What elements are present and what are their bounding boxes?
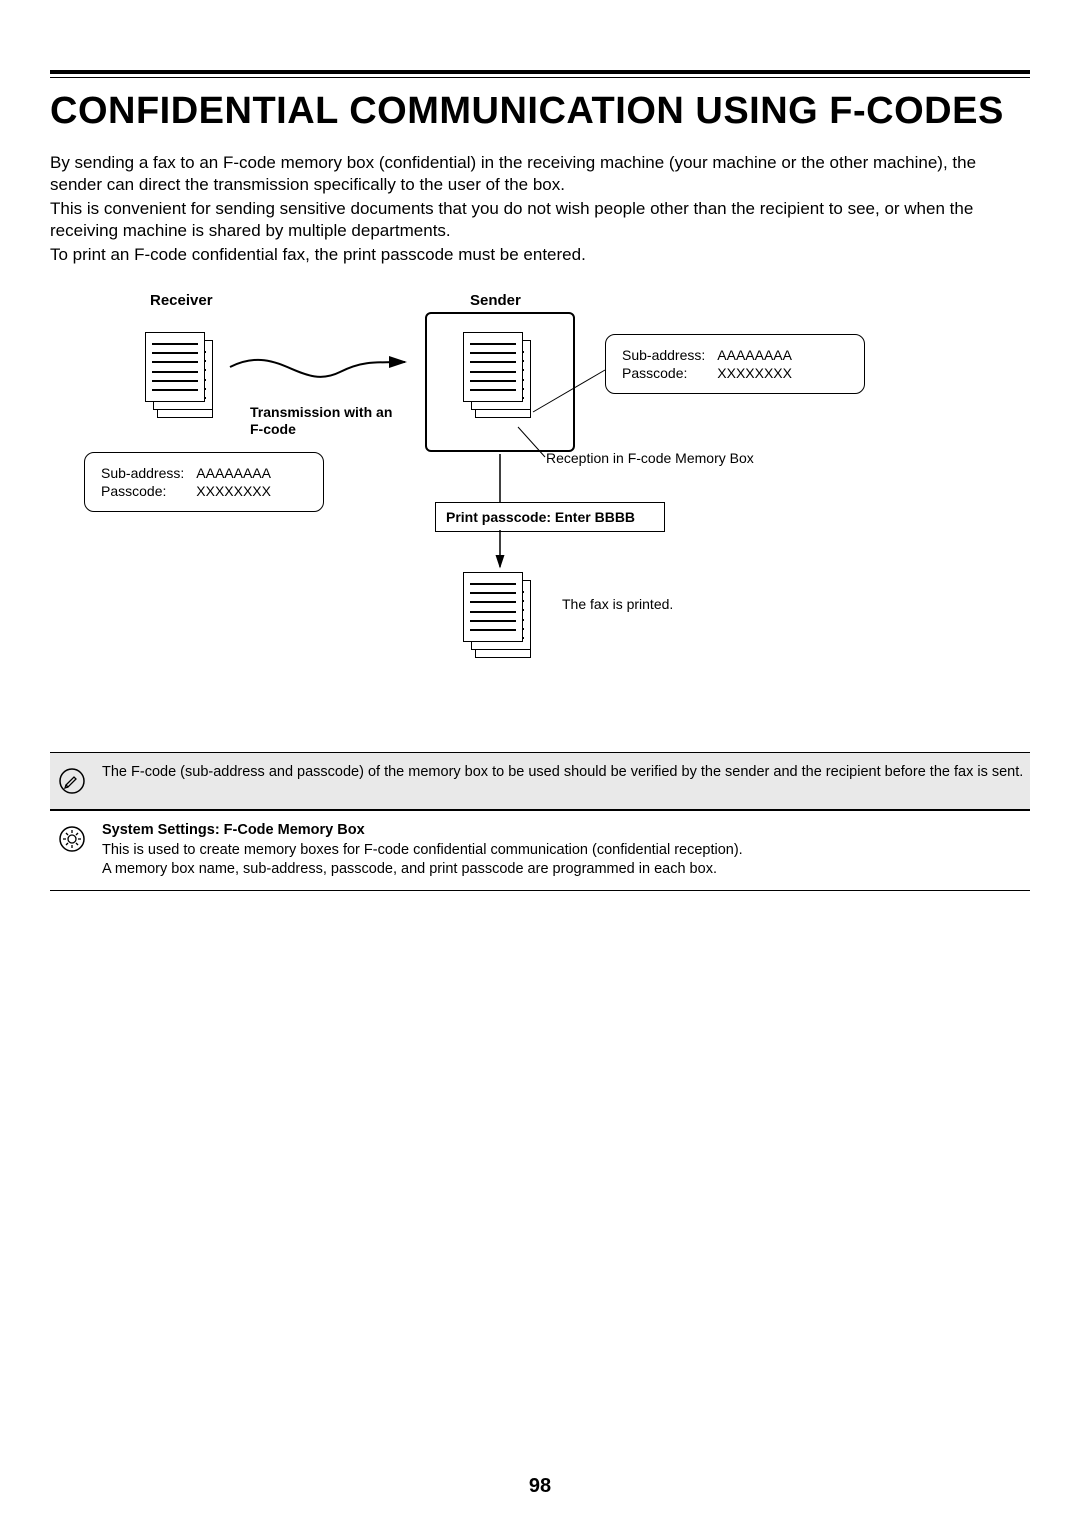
note-verify: The F-code (sub-address and passcode) of… [50,752,1030,810]
document-icon [145,332,215,412]
document-page-icon [463,332,523,402]
note-verify-text: The F-code (sub-address and passcode) of… [102,763,1023,783]
printed-label: The fax is printed. [562,596,673,612]
top-rule [50,70,1030,78]
document-tray-icon [475,650,531,658]
document-page-icon [145,332,205,402]
passcode-label: Passcode: [622,365,715,381]
document-icon [463,332,533,412]
note-system-settings: System Settings: F-Code Memory Box This … [50,810,1030,891]
transmission-label-l2: F-code [250,421,296,437]
document-page-icon [463,572,523,642]
intro-text: By sending a fax to an F-code memory box… [50,152,1030,266]
page-title: CONFIDENTIAL COMMUNICATION USING F-CODES [50,90,1030,134]
intro-p1: By sending a fax to an F-code memory box… [50,152,1030,196]
page-number: 98 [0,1475,1080,1498]
sub-address-label: Sub-address: [101,465,194,481]
receiver-callout: Sub-address: AAAAAAAA Passcode: XXXXXXXX [84,452,324,512]
document-icon [463,572,533,652]
intro-p3: To print an F-code confidential fax, the… [50,244,1030,266]
gear-icon [54,821,90,857]
document-tray-icon [157,410,213,418]
page-content: CONFIDENTIAL COMMUNICATION USING F-CODES… [50,70,1030,1468]
settings-l2: A memory box name, sub-address, passcode… [102,861,717,877]
settings-l1: This is used to create memory boxes for … [102,842,743,858]
sub-address-value: AAAAAAAA [717,347,802,363]
receiver-label: Receiver [150,292,213,309]
passcode-label: Passcode: [101,483,194,499]
note-settings-text: System Settings: F-Code Memory Box This … [102,821,743,880]
sender-callout: Sub-address: AAAAAAAA Passcode: XXXXXXXX [605,334,865,394]
intro-p2: This is convenient for sending sensitive… [50,198,1030,242]
transmission-label: Transmission with an F-code [250,404,420,438]
pencil-icon [54,763,90,799]
sender-label: Sender [470,292,521,309]
document-tray-icon [475,410,531,418]
passcode-value: XXXXXXXX [196,483,281,499]
transmission-label-l1: Transmission with an [250,404,392,420]
sub-address-label: Sub-address: [622,347,715,363]
passcode-value: XXXXXXXX [717,365,802,381]
sub-address-value: AAAAAAAA [196,465,281,481]
print-passcode-box: Print passcode: Enter BBBB [435,502,665,532]
diagram: Receiver Sender [50,292,1030,692]
settings-title: System Settings: F-Code Memory Box [102,822,365,838]
reception-label: Reception in F-code Memory Box [546,450,754,466]
